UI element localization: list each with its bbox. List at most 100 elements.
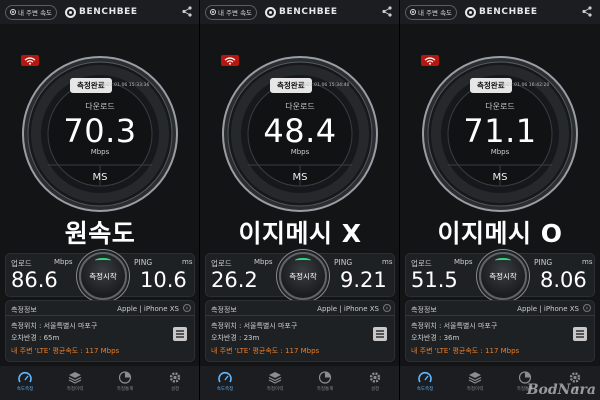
- speed-icon: [418, 371, 432, 383]
- brand-name: BENCHBEE: [279, 7, 338, 17]
- nearby-speed-label: 내 주변 속도: [18, 9, 53, 17]
- error-radius: 오차반경 : 65m: [11, 334, 60, 342]
- building-icon[interactable]: [373, 327, 387, 341]
- result-row: 업로드 Mbps 26.2 측정시작 PING ms 9.21: [205, 252, 395, 300]
- upload-speed-value: 26.2: [211, 268, 258, 292]
- history-icon: [68, 372, 82, 384]
- location-icon: [410, 9, 416, 15]
- measurement-info-header[interactable]: 측정정보 Apple | iPhone XS ›: [206, 301, 394, 316]
- download-unit: Mbps: [490, 148, 510, 156]
- start-arc-icon: [495, 258, 511, 263]
- speed-panel-original: 내 주변 속도 BENCHBEE 측정완료 2021.01.06 15:33:3…: [0, 0, 200, 400]
- share-icon[interactable]: [582, 6, 592, 17]
- error-radius: 오차반경 : 23m: [211, 334, 260, 342]
- measurement-info: 측정정보 Apple | iPhone XS › 측정위치 : 서울특별시 마포…: [5, 300, 195, 362]
- settings-icon: [369, 372, 381, 383]
- building-icon[interactable]: [573, 327, 587, 341]
- upload-speed-value: 51.5: [411, 268, 458, 292]
- nav-label: 속도측정: [16, 387, 34, 392]
- benchbee-logo-icon: [465, 6, 477, 18]
- speed-gauge: 측정완료 2021.01.06 15:34:40 다운로드 48.4 Mbps …: [221, 55, 379, 213]
- download-unit: Mbps: [290, 148, 310, 156]
- nav-stats[interactable]: 측정통계: [100, 366, 150, 400]
- ping-label: PING: [534, 258, 553, 267]
- start-arc-icon: [95, 258, 111, 263]
- measurement-info: 측정정보 Apple | iPhone XS › 측정위치 : 서울특별시 마포…: [405, 300, 595, 362]
- nav-speed-test[interactable]: 속도측정: [400, 366, 450, 400]
- ping-value: 10.6: [140, 268, 187, 292]
- device-name: Apple | iPhone XS: [317, 305, 379, 313]
- download-unit: Mbps: [90, 148, 110, 156]
- error-radius: 오차반경 : 36m: [411, 334, 460, 342]
- measurement-info: 측정정보 Apple | iPhone XS › 측정위치 : 서울특별시 마포…: [205, 300, 395, 362]
- chevron-right-icon[interactable]: ›: [583, 304, 591, 312]
- ms-label: MS: [492, 172, 508, 183]
- top-bar: 내 주변 속도 BENCHBEE: [0, 0, 199, 24]
- nav-speed-test[interactable]: 속도측정: [0, 366, 50, 400]
- nav-label: 측정이력: [466, 387, 484, 392]
- measurement-timestamp: 2021.01.06 15:33:36: [101, 83, 150, 88]
- nav-stats[interactable]: 측정통계: [300, 366, 350, 400]
- nav-speed-test[interactable]: 속도측정: [200, 366, 250, 400]
- building-icon[interactable]: [173, 327, 187, 341]
- download-label: 다운로드: [485, 102, 515, 111]
- wifi-icon: [221, 55, 239, 66]
- nav-label: 설정: [170, 387, 180, 392]
- start-measurement-button[interactable]: 측정시작: [279, 252, 327, 300]
- nav-label: 측정통계: [116, 387, 134, 392]
- ping-value: 9.21: [340, 268, 387, 292]
- brand-name: BENCHBEE: [79, 7, 138, 17]
- nearby-speed-button[interactable]: 내 주변 속도: [205, 4, 258, 20]
- location-icon: [210, 9, 216, 15]
- watermark-logo: BodNara: [526, 382, 596, 398]
- measurement-info-header[interactable]: 측정정보 Apple | iPhone XS ›: [6, 301, 194, 316]
- ping-unit: ms: [582, 258, 593, 266]
- nearby-speed-button[interactable]: 내 주변 속도: [405, 4, 458, 20]
- start-measurement-button[interactable]: 측정시작: [479, 252, 527, 300]
- nearby-speed-label: 내 주변 속도: [418, 9, 453, 17]
- start-measurement-label: 측정시작: [489, 272, 517, 281]
- result-row: 업로드 Mbps 86.6 측정시작 PING ms 10.6: [5, 252, 195, 300]
- ms-label: MS: [92, 172, 108, 183]
- nearby-speed-label: 내 주변 속도: [218, 9, 253, 17]
- nav-settings[interactable]: 설정: [150, 366, 199, 400]
- nav-label: 측정통계: [316, 387, 334, 392]
- benchbee-logo: BENCHBEE: [465, 6, 538, 18]
- nav-label: 설정: [370, 387, 380, 392]
- device-name: Apple | iPhone XS: [117, 305, 179, 313]
- settings-icon: [169, 372, 181, 383]
- upload-speed-value: 86.6: [11, 268, 58, 292]
- chevron-right-icon[interactable]: ›: [383, 304, 391, 312]
- measurement-location: 측정위치 : 서울특별시 마포구: [11, 322, 98, 330]
- start-measurement-button[interactable]: 측정시작: [79, 252, 127, 300]
- share-icon[interactable]: [182, 6, 192, 17]
- nav-label: 속도측정: [216, 387, 234, 392]
- ping-value: 8.06: [540, 268, 587, 292]
- upload-unit: Mbps: [454, 258, 473, 266]
- nav-history[interactable]: 측정이력: [50, 366, 100, 400]
- share-icon[interactable]: [382, 6, 392, 17]
- benchbee-logo-icon: [65, 6, 77, 18]
- measurement-info-header[interactable]: 측정정보 Apple | iPhone XS ›: [406, 301, 594, 316]
- measurement-location: 측정위치 : 서울특별시 마포구: [211, 322, 298, 330]
- comparison-caption: 원속도: [64, 219, 136, 248]
- measurement-timestamp: 2021.01.06 16:42:20: [501, 83, 550, 88]
- ping-unit: ms: [382, 258, 393, 266]
- nearby-speed-button[interactable]: 내 주변 속도: [5, 4, 58, 20]
- info-title: 측정정보: [211, 306, 237, 314]
- upload-unit: Mbps: [54, 258, 73, 266]
- wifi-icon: [21, 55, 39, 66]
- nav-history[interactable]: 측정이력: [250, 366, 300, 400]
- ping-unit: ms: [182, 258, 193, 266]
- top-bar: 내 주변 속도 BENCHBEE: [200, 0, 399, 24]
- speed-gauge: 측정완료 2021.01.06 15:33:36 다운로드 70.3 Mbps …: [21, 55, 179, 213]
- result-row: 업로드 Mbps 51.5 측정시작 PING ms 8.06: [405, 252, 595, 300]
- ms-label: MS: [292, 172, 308, 183]
- history-icon: [468, 372, 482, 384]
- nav-settings[interactable]: 설정: [350, 366, 399, 400]
- nav-history[interactable]: 측정이력: [450, 366, 500, 400]
- benchbee-logo-icon: [265, 6, 277, 18]
- download-label: 다운로드: [85, 102, 115, 111]
- ping-label: PING: [134, 258, 153, 267]
- chevron-right-icon[interactable]: ›: [183, 304, 191, 312]
